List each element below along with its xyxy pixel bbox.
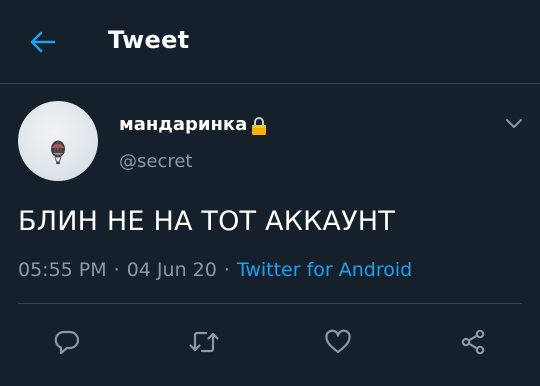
divider xyxy=(18,303,522,304)
like-icon xyxy=(325,329,351,354)
tweet-actions-bar xyxy=(0,320,540,364)
separator-dot: · xyxy=(223,259,230,281)
reply-button[interactable] xyxy=(45,320,89,364)
chevron-down-icon xyxy=(506,119,522,128)
separator-dot: · xyxy=(113,259,120,281)
author-handle[interactable]: @secret xyxy=(119,151,193,172)
page-title: Tweet xyxy=(108,26,190,54)
hot-air-balloon-image xyxy=(51,140,65,165)
arrow-left-icon xyxy=(30,31,56,53)
tweet-metadata: 05:55 PM · 04 Jun 20 · Twitter for Andro… xyxy=(18,259,412,281)
retweet-icon xyxy=(189,331,219,353)
back-button[interactable] xyxy=(26,28,58,56)
author-name[interactable]: мандаринка xyxy=(119,114,267,135)
share-button[interactable] xyxy=(451,320,495,364)
display-name: мандаринка xyxy=(119,114,248,135)
share-icon xyxy=(461,329,485,355)
like-button[interactable] xyxy=(316,320,360,364)
tweet-date: 04 Jun 20 xyxy=(126,259,217,281)
top-app-bar: Tweet xyxy=(0,0,540,84)
avatar[interactable] xyxy=(18,101,98,181)
tweet-time: 05:55 PM xyxy=(18,259,107,281)
tweet-source-link[interactable]: Twitter for Android xyxy=(237,259,412,281)
reply-icon xyxy=(54,330,80,355)
tweet-options-button[interactable] xyxy=(502,112,526,136)
retweet-button[interactable] xyxy=(182,320,226,364)
lock-icon xyxy=(251,116,267,136)
tweet-text: БЛИН НЕ НА ТОТ АККАУНТ xyxy=(18,206,395,237)
